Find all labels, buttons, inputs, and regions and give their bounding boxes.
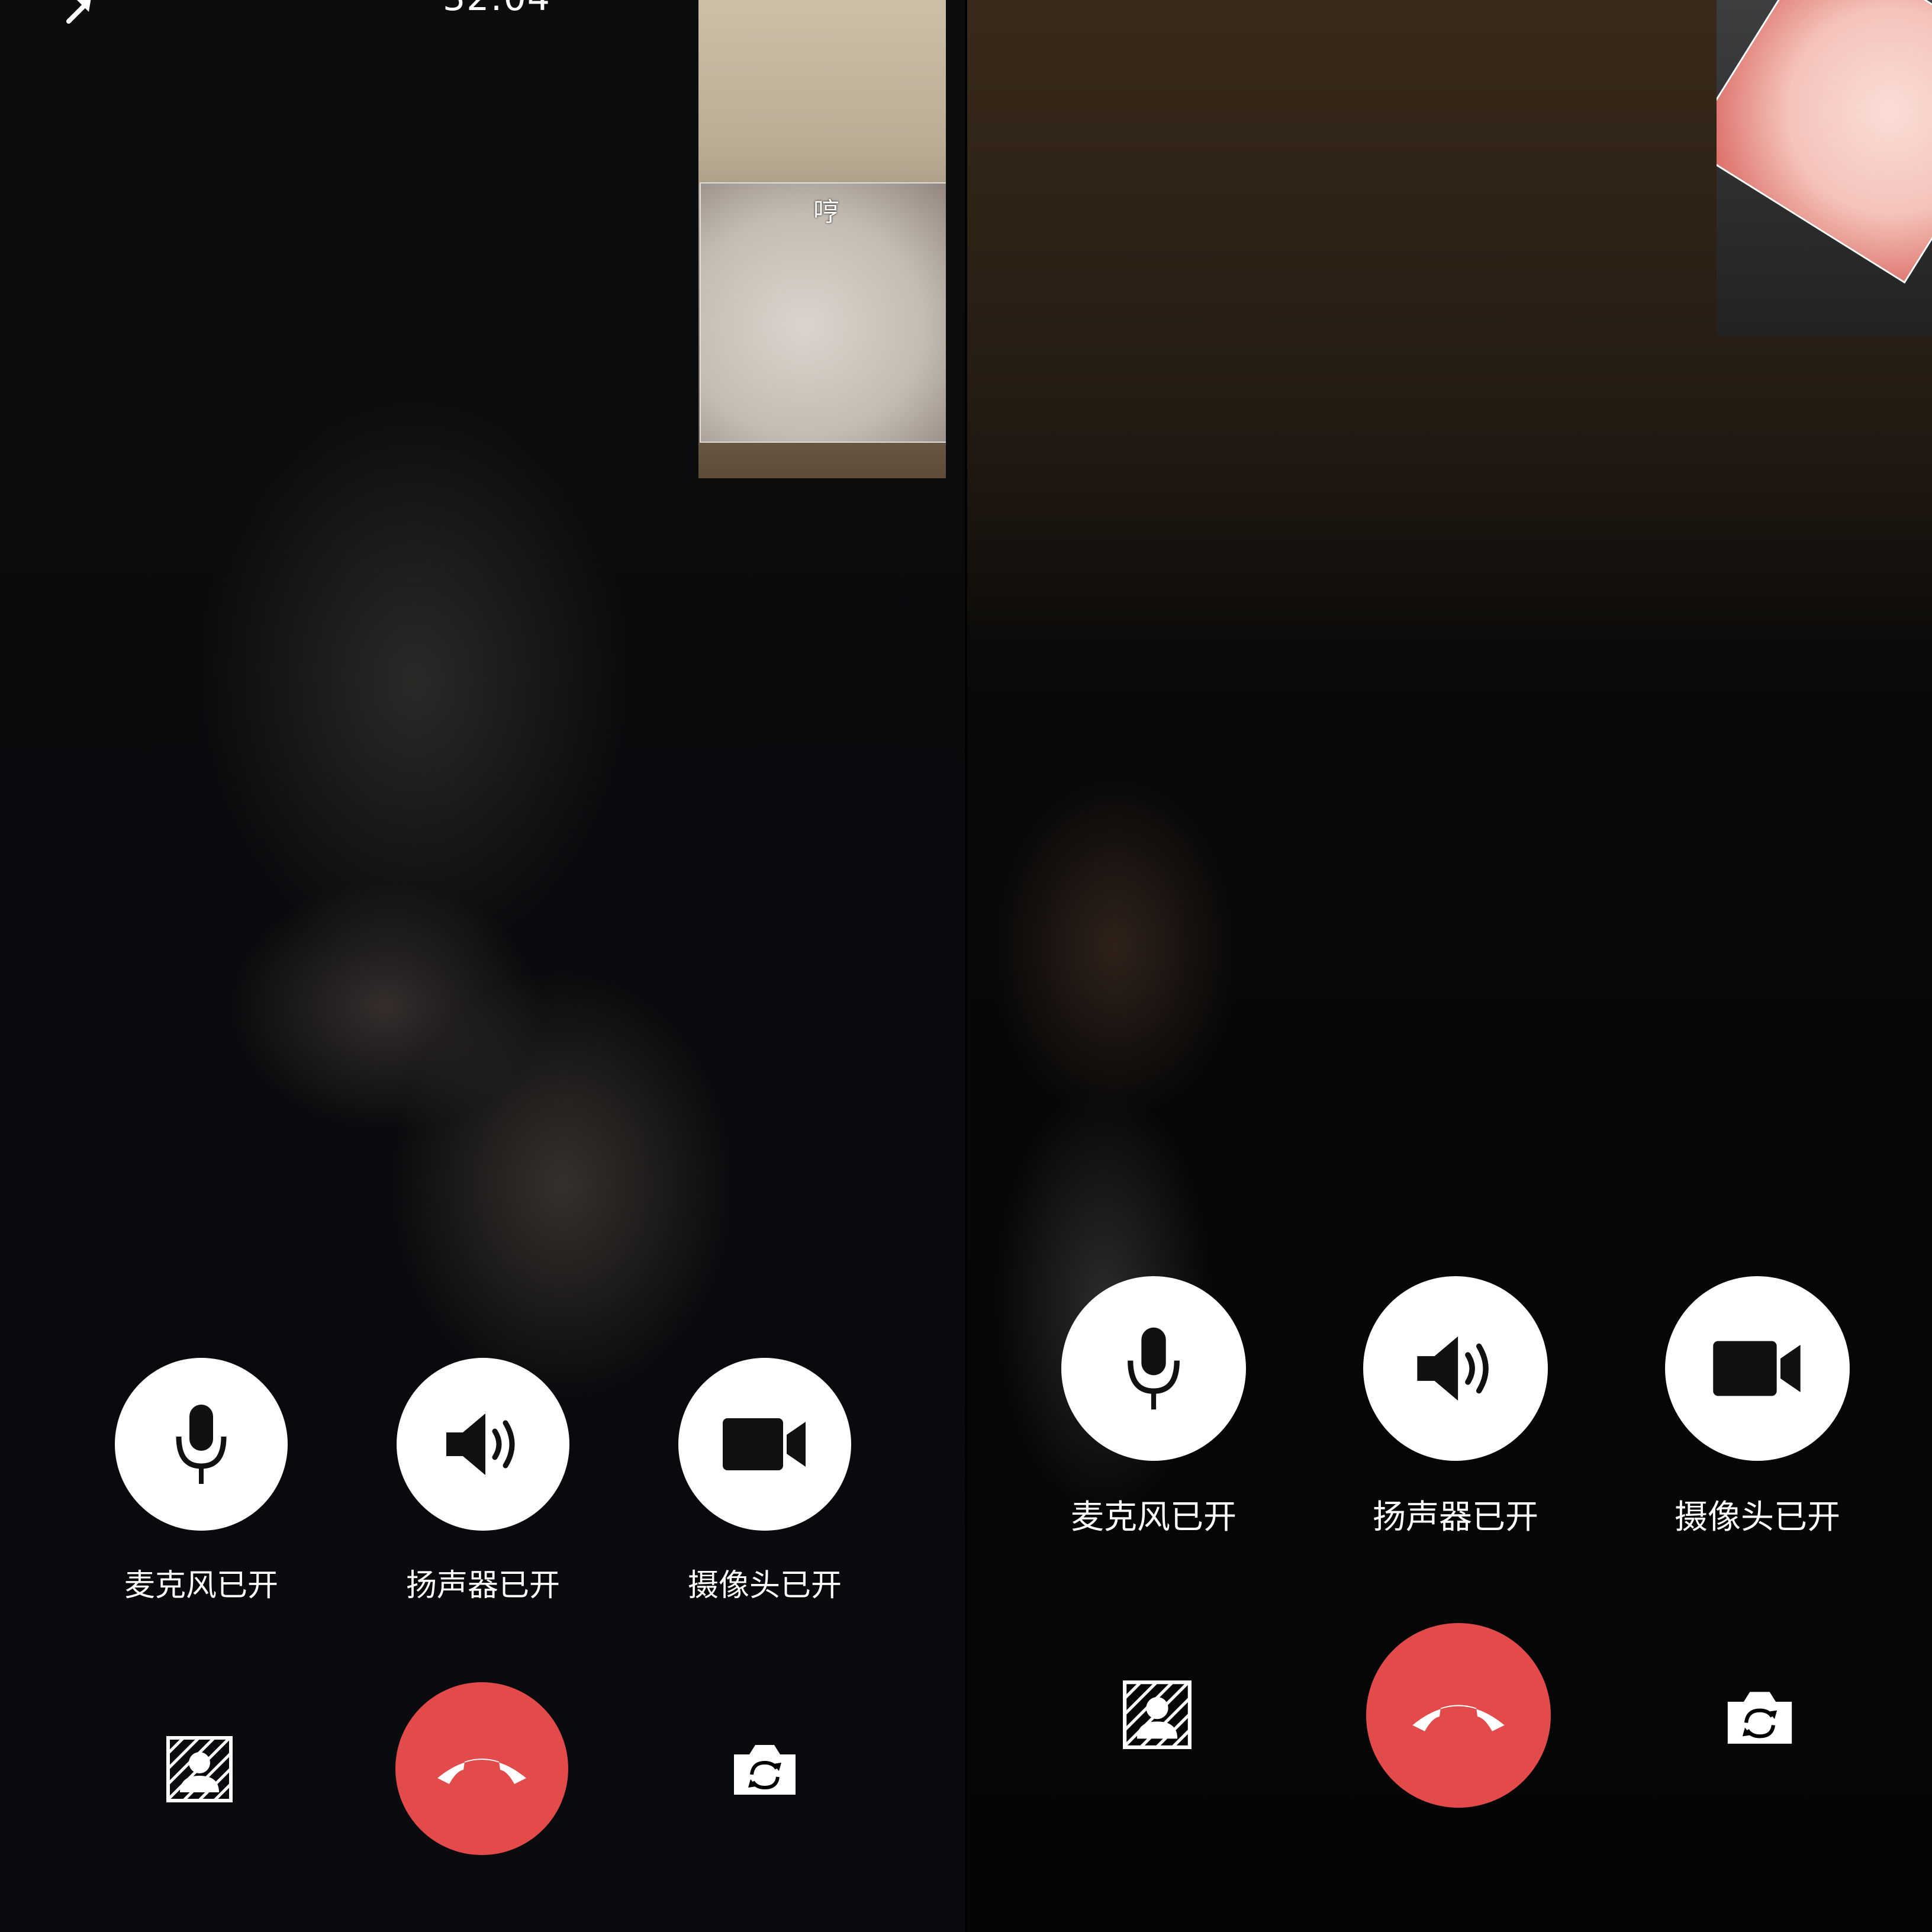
microphone-icon	[1128, 1327, 1180, 1410]
switch-camera-icon[interactable]	[732, 1740, 798, 1797]
camera-status-label: 摄像头已开	[687, 1568, 842, 1603]
video-camera-icon	[1713, 1341, 1801, 1396]
call-screen-right: 麦克风已开 扬声器已开 摄像头已开	[967, 0, 1932, 1932]
hang-up-phone-icon	[1412, 1705, 1505, 1731]
hang-up-button[interactable]	[395, 1682, 568, 1855]
call-screen-left: 32:04 哼 麦克风已开 扬声器已开	[0, 0, 965, 1932]
video-camera-icon	[723, 1418, 806, 1470]
camera-toggle[interactable]: 摄像头已开	[676, 1358, 854, 1605]
speaker-status-label: 扬声器已开	[1373, 1498, 1538, 1537]
switch-camera-icon[interactable]	[1725, 1687, 1795, 1746]
camera-button[interactable]	[1665, 1276, 1850, 1461]
mic-button[interactable]	[1061, 1276, 1246, 1461]
camera-toggle[interactable]: 摄像头已开	[1660, 1276, 1855, 1538]
speaker-button[interactable]	[397, 1358, 569, 1531]
mic-toggle[interactable]: 麦克风已开	[1056, 1276, 1251, 1538]
self-preview-window[interactable]: 哼	[698, 0, 946, 478]
hang-up-button[interactable]	[1366, 1623, 1551, 1808]
microphone-icon	[176, 1405, 227, 1484]
mic-button[interactable]	[115, 1358, 288, 1531]
speaker-status-label: 扬声器已开	[405, 1568, 560, 1603]
mic-status-label: 麦克风已开	[124, 1568, 278, 1603]
background-blur-icon[interactable]	[1122, 1680, 1192, 1750]
sticker-caption: 哼	[813, 197, 839, 227]
call-duration: 32:04	[443, 0, 551, 19]
hang-up-phone-icon	[437, 1759, 526, 1784]
camera-status-label: 摄像头已开	[1675, 1498, 1840, 1537]
mic-status-label: 麦克风已开	[1071, 1498, 1237, 1537]
cat-sticker-overlay: 哼	[700, 182, 946, 443]
self-preview-window[interactable]	[1717, 0, 1932, 336]
speaker-button[interactable]	[1363, 1276, 1548, 1461]
speaker-toggle[interactable]: 扬声器已开	[394, 1358, 572, 1605]
camera-button[interactable]	[678, 1358, 851, 1531]
speaker-toggle[interactable]: 扬声器已开	[1358, 1276, 1553, 1538]
speaker-icon	[1417, 1336, 1489, 1401]
speaker-icon	[446, 1413, 515, 1475]
mic-toggle[interactable]: 麦克风已开	[112, 1358, 290, 1605]
minimize-arrow-icon[interactable]	[64, 0, 99, 24]
background-blur-icon[interactable]	[166, 1735, 233, 1803]
cartoon-sticker-overlay	[1717, 0, 1932, 284]
